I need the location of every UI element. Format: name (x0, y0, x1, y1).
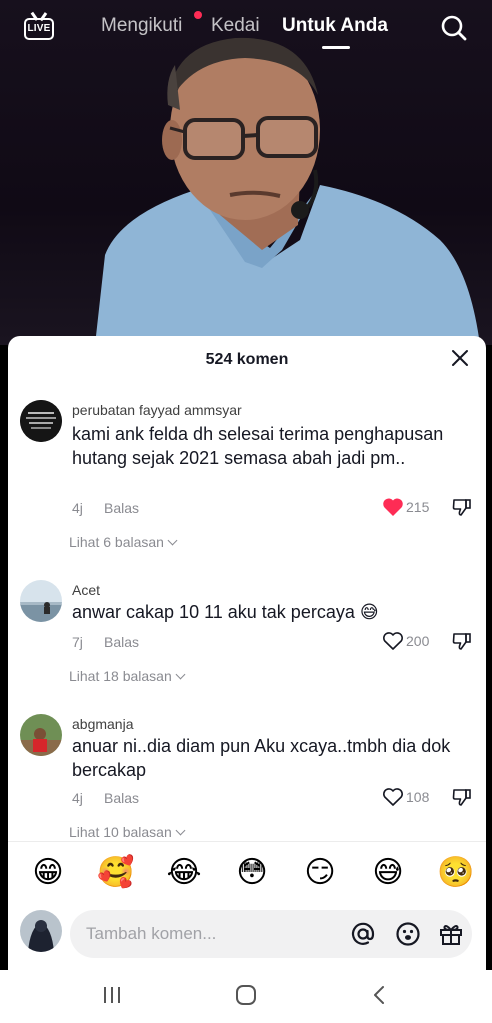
view-replies-button[interactable]: Lihat 18 balasan (69, 668, 186, 684)
emoji-button[interactable]: 😅 (369, 854, 407, 892)
emoji-button[interactable]: 😳 (233, 854, 271, 892)
comment-text: anuar ni..dia diam pun Aku xcaya..tmbh d… (72, 736, 451, 780)
avatar-image (20, 580, 62, 622)
chevron-down-icon (167, 535, 178, 546)
gift-icon[interactable] (438, 921, 464, 947)
at-icon[interactable] (350, 921, 376, 947)
home-icon[interactable] (233, 982, 259, 1008)
comment-time: 4j (72, 500, 83, 516)
view-replies-label: Lihat 6 balasan (69, 534, 164, 550)
chevron-down-icon (175, 669, 186, 680)
top-navigation: LIVE Mengikuti Kedai Untuk Anda (0, 0, 492, 60)
close-icon[interactable] (450, 348, 470, 368)
like-button[interactable]: 108 (382, 787, 442, 807)
recent-apps-icon[interactable] (99, 982, 125, 1008)
avatar-image (20, 714, 62, 756)
emoji-button[interactable]: 🥰 (97, 854, 135, 892)
comment-time: 7j (72, 634, 83, 650)
reply-button[interactable]: Balas (104, 634, 139, 650)
comment-time: 4j (72, 790, 83, 806)
emoji-button[interactable]: 😁 (29, 854, 67, 892)
avatar[interactable] (20, 714, 62, 756)
emoji-quick-bar: 😁 🥰 😂 😳 😏 😅 🥺 (8, 854, 486, 894)
like-count: 215 (406, 499, 430, 515)
tab-for-you[interactable]: Untuk Anda (282, 15, 388, 37)
avatar-image (20, 400, 62, 442)
emoji-button[interactable]: 😏 (301, 854, 339, 892)
comment-text: anwar cakap 10 11 aku tak percaya 😅 (72, 602, 379, 622)
heart-outline-icon (383, 632, 403, 650)
user-avatar[interactable] (20, 910, 62, 952)
emoji-icon[interactable] (395, 921, 421, 947)
active-tab-indicator (322, 46, 350, 49)
like-count: 200 (406, 633, 430, 649)
dislike-icon[interactable] (451, 630, 473, 652)
comments-sheet: 524 komen perubatan fayyad ammsyar kami … (8, 336, 486, 1023)
live-label: LIVE (27, 23, 51, 34)
tab-shop[interactable]: Kedai (211, 15, 260, 37)
comment-input[interactable]: Tambah komen... (70, 910, 472, 958)
emoji-button[interactable]: 😂 (165, 854, 203, 892)
dislike-icon[interactable] (451, 786, 473, 808)
heart-outline-icon (383, 788, 403, 806)
chevron-down-icon (175, 825, 186, 836)
reply-button[interactable]: Balas (104, 500, 139, 516)
comment-username[interactable]: perubatan fayyad ammsyar (72, 402, 242, 418)
comment-text: kami ank felda dh selesai terima penghap… (72, 424, 444, 468)
like-button[interactable]: 215 (382, 497, 442, 517)
dislike-icon[interactable] (451, 496, 473, 518)
view-replies-label: Lihat 18 balasan (69, 668, 172, 684)
comment-input-placeholder: Tambah komen... (86, 924, 217, 943)
live-button[interactable]: LIVE (22, 12, 56, 42)
comment-username[interactable]: abgmanja (72, 716, 134, 732)
search-icon[interactable] (440, 14, 468, 42)
reply-button[interactable]: Balas (104, 790, 139, 806)
emoji-button[interactable]: 🥺 (437, 854, 475, 892)
back-icon[interactable] (367, 982, 393, 1008)
view-replies-label: Lihat 10 balasan (69, 824, 172, 840)
view-replies-button[interactable]: Lihat 10 balasan (69, 824, 186, 840)
divider (8, 841, 486, 842)
view-replies-button[interactable]: Lihat 6 balasan (69, 534, 178, 550)
avatar[interactable] (20, 400, 62, 442)
like-button[interactable]: 200 (382, 631, 442, 651)
comment-username[interactable]: Acet (72, 582, 100, 598)
tab-following[interactable]: Mengikuti (101, 15, 182, 37)
avatar-image (20, 910, 62, 952)
system-navigation-bar (0, 970, 492, 1023)
comments-count-title: 524 komen (205, 351, 289, 368)
notification-dot (194, 11, 202, 19)
heart-filled-icon (383, 498, 403, 516)
like-count: 108 (406, 789, 430, 805)
avatar[interactable] (20, 580, 62, 622)
